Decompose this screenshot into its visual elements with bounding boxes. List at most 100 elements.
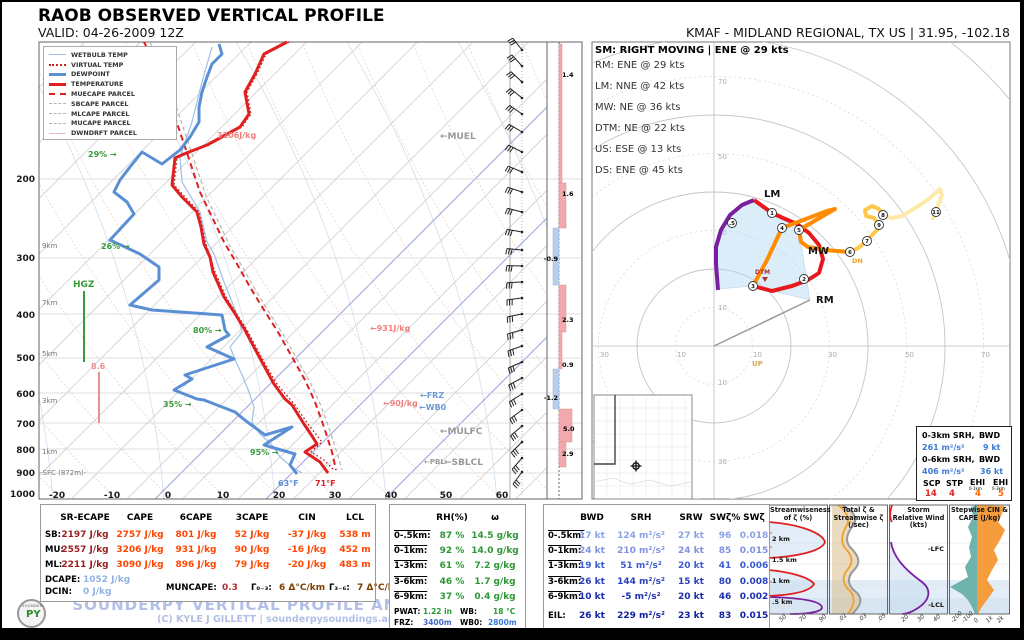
streamwiseness-title: Streamwiseness of ζ (%) [770,506,831,522]
row-label: EIL: [548,611,566,621]
lr03-label: Γ₀₋₃: [251,583,272,593]
cell: 20 kt [678,592,704,602]
cell: 83 [718,611,732,621]
cell: 931 J/kg [175,545,217,555]
dcape-value: 1052 J/kg [83,575,131,585]
wb-value: 18 °C [493,607,516,616]
cell: 14.5 g/kg [471,531,519,541]
sounderpy-logo: SOUNDER PY [17,599,46,628]
mlcape-line-swatch [49,113,66,115]
cell: 37 % [439,592,465,602]
kinematics-table: BWD SRH SRW SWζ% SWζ 0-.5km: 17 kt 124 m… [543,504,770,628]
srw-title: Storm Relative Wind (kts) [892,506,945,530]
tick: 30 [916,613,926,623]
col-header: SRH [630,513,652,523]
scp-header: SCP [923,479,941,488]
pwat-value: 1.22 in [423,607,453,616]
legend-label: WETBULB TEMP [71,50,128,59]
col-header: CIN [298,513,316,523]
wb0-value: 2800m [488,618,517,627]
cell: 0.4 g/kg [474,592,516,602]
cell: 0.015 [739,546,769,556]
moisture-table: RH(%) ω 0-.5km: 87 % 14.5 g/kg 0-1km: 92… [389,504,526,628]
height-label: .5 km [772,598,793,606]
cell: 85 [718,546,732,556]
col-header: 3CAPE [235,513,269,523]
row-label: 0-.5km: [394,531,431,541]
row-label: 6-9km: [548,592,582,602]
cell: 7.2 g/kg [474,561,516,571]
dcin-value: 0 J/kg [83,587,112,597]
dcape-label: DCAPE: [45,575,81,585]
cell: 27 kt [678,531,704,541]
row-label: 0-1km: [394,546,428,556]
legend-label: MLCAPE PARCEL [71,109,130,118]
wb0-label: WB0: [460,618,483,627]
cell: 483 m [339,560,371,570]
tick: 40 [932,613,942,623]
lcl-label: -LCL [928,601,944,609]
cell: 20 kt [678,561,704,571]
cell: 124 m²/s² [617,531,665,541]
cell: 52 J/kg [234,530,270,540]
thermo-table: SR-ECAPE CAPE 6CAPE 3CAPE CIN LCL SB: 21… [40,504,403,602]
frz-value: 3400m [423,618,452,627]
col-header: CAPE [126,513,154,523]
cell: 801 J/kg [175,530,217,540]
lr36-label: Γ₃₋₆: [329,583,350,593]
cell: 46 [718,592,732,602]
cell: 538 m [339,530,371,540]
cell: 0.018 [739,531,769,541]
dewpoint-line-swatch [49,72,66,76]
cell: 96 [718,531,732,541]
row-label: ML: [45,560,63,570]
vorticity-title: Total ζ & Streamwise ζ (/sec) [833,506,884,530]
cell: 46 % [439,577,465,587]
col-header: SWζ [743,513,765,523]
virtual-temp-line-swatch [49,63,66,66]
bwd3-value: 9 kt [983,443,1001,452]
height-label: 1 km [772,577,790,585]
height-label: 1.5 km [772,556,797,564]
rh-header: RH(%) [436,513,468,523]
cell: 2211 J/kg [61,560,109,570]
cell: 14.0 g/kg [471,546,519,556]
muecape-line-swatch [49,93,66,96]
col-header: 6CAPE [179,513,213,523]
cell: 896 J/kg [175,560,217,570]
bwd6-header: BWD [979,455,1001,464]
row-label: 3-6km: [548,577,582,587]
cell: 41 [718,561,732,571]
cell: 144 m²/s² [617,577,665,587]
cell: 452 m [339,545,371,555]
row-label: 6-9km: [394,592,428,602]
col-header: LCL [345,513,365,523]
skewt-legend: WETBULB TEMP VIRTUAL TEMP DEWPOINT TEMPE… [43,46,177,140]
cell: 10 kt [579,592,605,602]
cell: -20 J/kg [287,560,327,570]
stp-value: 4 [949,489,955,499]
mucape-line-swatch [49,122,66,124]
cell: -16 J/kg [287,545,327,555]
dwndrft-line-swatch [49,132,66,134]
cell: 79 J/kg [234,560,270,570]
cell: 19 kt [579,561,605,571]
omega-header: ω [491,513,499,523]
cell: 229 m²/s² [617,611,665,621]
stp-header: STP [946,479,964,488]
cell: 17 kt [579,531,605,541]
ehi3-value: 5 [998,489,1004,499]
legend-label: VIRTUAL TEMP [71,60,124,69]
cell: -5 m²/s² [621,592,661,602]
cell: 51 m²/s² [620,561,662,571]
legend-label: MUCAPE PARCEL [71,119,131,128]
cell: 0.008 [739,577,769,587]
muncape-label: MUNCAPE: [166,583,217,593]
tick: 50 [778,613,788,623]
sbcape-line-swatch [49,103,66,105]
legend-label: MUECAPE PARCEL [71,90,135,99]
temperature-line-swatch [49,82,66,86]
cell: 2197 J/kg [61,530,109,540]
srh3-value: 261 m²/s² [922,443,965,452]
srh-summary-box: 0-3km SRH, BWD 261 m²/s² 9 kt 0-6km SRH,… [916,426,1012,501]
